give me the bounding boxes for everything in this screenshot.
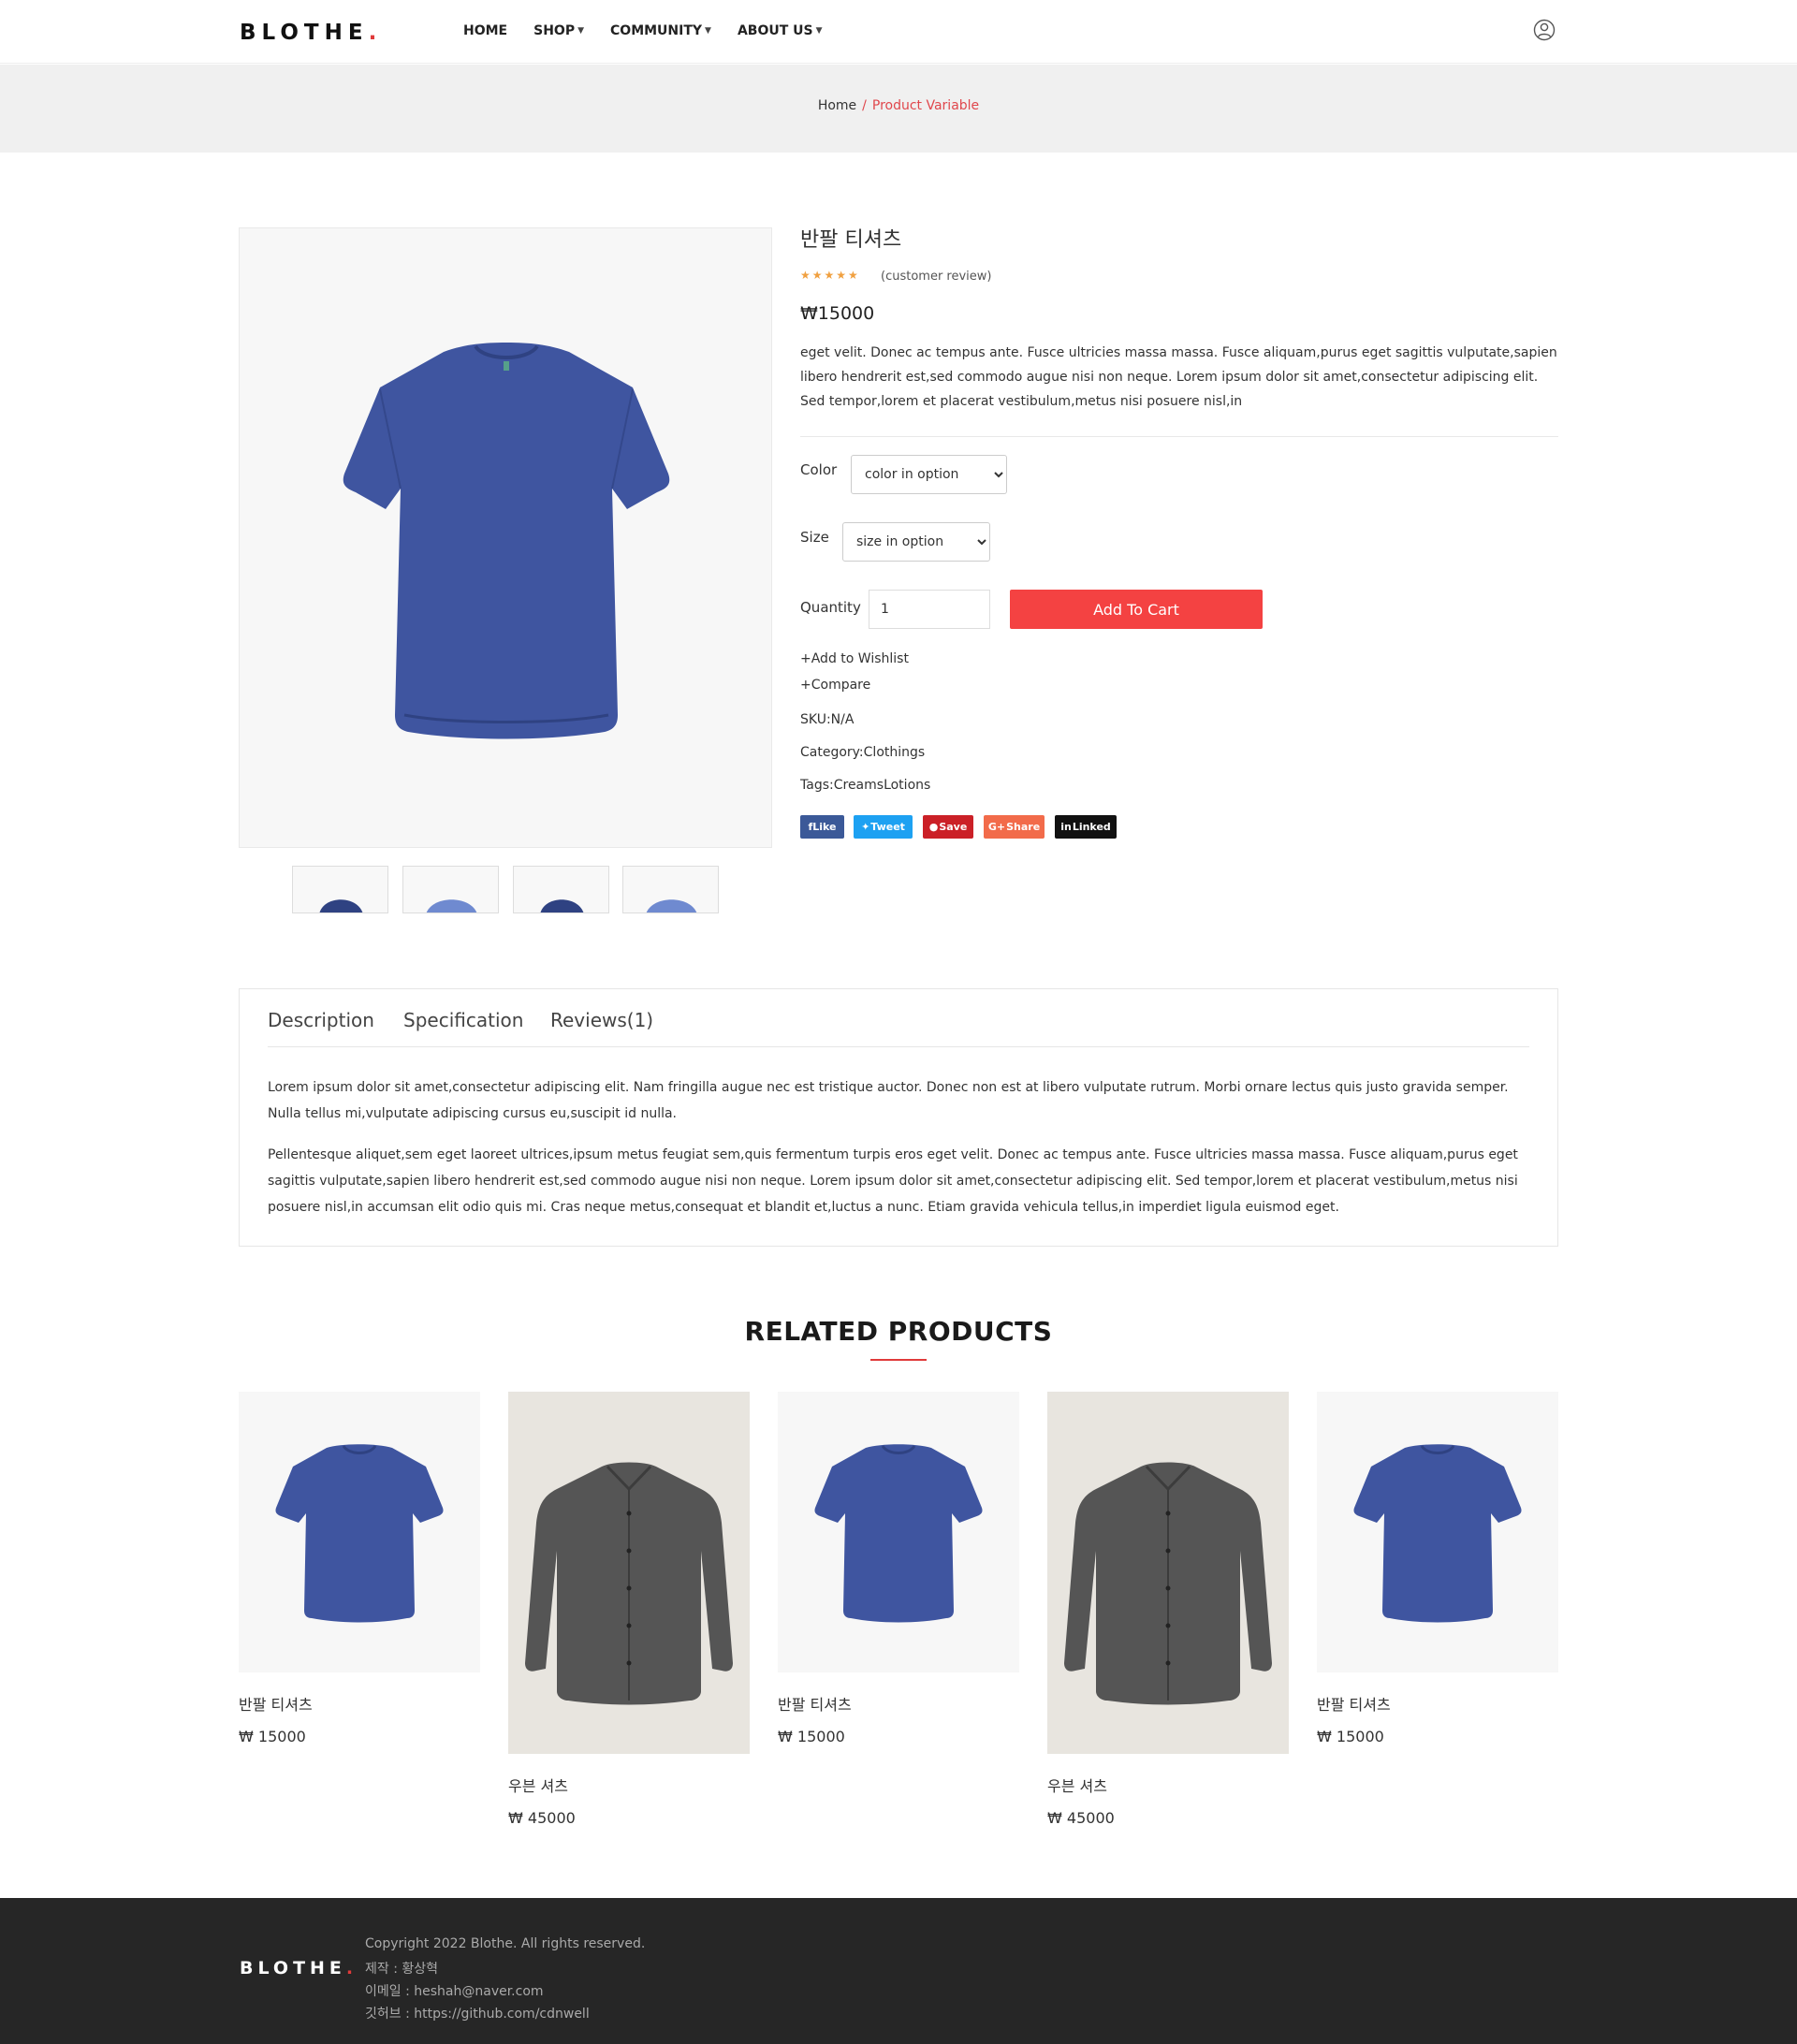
chevron-down-icon: ▼ <box>705 26 711 36</box>
add-to-wishlist-link[interactable]: +Add to Wishlist <box>800 651 909 666</box>
color-label: Color <box>800 461 838 478</box>
footer-logo[interactable]: BLOTHE. <box>240 1958 358 1978</box>
related-product-name[interactable]: 반팔 티셔츠 <box>1317 1692 1391 1715</box>
nav-about-us[interactable]: ABOUT US ▼ <box>738 23 823 38</box>
tab-description[interactable]: Description <box>268 1009 374 1031</box>
chevron-down-icon: ▼ <box>577 26 585 36</box>
category-link[interactable]: Clothings <box>864 745 926 760</box>
customer-review-link[interactable]: (customer review) <box>881 270 992 284</box>
color-select[interactable]: color in option <box>851 455 1007 494</box>
user-circle-icon[interactable] <box>1533 19 1556 41</box>
related-product-image[interactable] <box>239 1392 480 1672</box>
google-share-button[interactable]: G+ Share <box>984 815 1045 839</box>
site-footer: BLOTHE. Copyright 2022 Blothe. All right… <box>0 1898 1797 2044</box>
size-select[interactable]: size in option <box>842 522 990 562</box>
product-price: ₩15000 <box>800 303 875 324</box>
google-plus-icon: G+ <box>987 821 1006 833</box>
related-product-price: ₩ 15000 <box>1317 1728 1384 1745</box>
breadcrumb-current: Product Variable <box>871 98 980 113</box>
product-title: 반팔 티셔츠 <box>800 228 902 252</box>
shirt-image <box>525 1462 733 1705</box>
tab-reviews[interactable]: Reviews(1) <box>550 1009 653 1031</box>
description-paragraph-1: Lorem ipsum dolor sit amet,consectetur a… <box>268 1080 1509 1121</box>
linkedin-icon: in <box>1060 821 1072 833</box>
tshirt-thumbnail <box>646 899 697 912</box>
related-product-name[interactable]: 우븐 셔츠 <box>1047 1774 1107 1796</box>
thumbnail-4[interactable] <box>622 866 719 913</box>
description-paragraph-2: Pellentesque aliquet,sem eget laoreet ul… <box>268 1147 1518 1215</box>
tags-link[interactable]: CreamsLotions <box>834 778 931 793</box>
twitter-tweet-button[interactable]: ✦ Tweet <box>854 815 913 839</box>
related-product-image[interactable] <box>1317 1392 1558 1672</box>
breadcrumb-separator: / <box>862 98 867 113</box>
linkedin-button[interactable]: in Linked <box>1055 815 1117 839</box>
compare-link[interactable]: +Compare <box>800 678 870 693</box>
shirt-image <box>1064 1462 1272 1705</box>
tshirt-thumbnail <box>426 899 477 912</box>
breadcrumb: Home / Product Variable <box>0 98 1797 113</box>
tab-specification[interactable]: Specification <box>403 1009 523 1031</box>
nav-shop[interactable]: SHOP ▼ <box>533 23 584 38</box>
related-product-price: ₩ 45000 <box>508 1809 576 1827</box>
product-tabs: Description Specification Reviews(1) Lor… <box>239 988 1558 1247</box>
footer-copyright: Copyright 2022 Blothe. All rights reserv… <box>365 1936 646 1951</box>
category-meta: Category:Clothings <box>800 745 926 760</box>
star-rating-icon: ★★★★★ <box>800 269 860 282</box>
thumbnail-3[interactable] <box>513 866 609 913</box>
tshirt-thumbnail <box>540 899 584 912</box>
tshirt-image <box>1353 1444 1522 1623</box>
size-label: Size <box>800 529 829 546</box>
footer-email: 이메일 : heshah@naver.com <box>365 1984 544 1999</box>
thumbnail-1[interactable] <box>292 866 388 913</box>
site-header: BLOTHE. HOME SHOP ▼ COMMUNITY ▼ ABOUT US ▼ <box>0 0 1797 64</box>
tshirt-image <box>275 1444 444 1623</box>
related-product-price: ₩ 15000 <box>778 1728 845 1745</box>
related-product-price: ₩ 15000 <box>239 1728 306 1745</box>
related-products-title: RELATED PRODUCTS <box>744 1316 1053 1347</box>
product-main-image[interactable] <box>239 227 772 848</box>
related-product-image[interactable] <box>1047 1392 1289 1754</box>
related-product-image[interactable] <box>778 1392 1019 1672</box>
quantity-input[interactable] <box>869 590 990 629</box>
nav-community[interactable]: COMMUNITY ▼ <box>610 23 711 38</box>
nav-home[interactable]: HOME <box>463 23 507 38</box>
tshirt-image <box>814 1444 983 1623</box>
footer-github: 깃허브 : https://github.com/cdnwell <box>365 2007 590 2022</box>
tags-meta: Tags:CreamsLotions <box>800 778 931 793</box>
site-logo[interactable]: BLOTHE. <box>240 21 382 45</box>
related-product-name[interactable]: 반팔 티셔츠 <box>778 1692 852 1715</box>
tshirt-image <box>343 343 670 739</box>
footer-author: 제작 : 황상혁 <box>365 1962 439 1977</box>
divider <box>800 436 1558 437</box>
tshirt-thumbnail <box>319 899 363 912</box>
twitter-icon: ✦ <box>861 821 870 833</box>
pinterest-icon: ● <box>928 821 939 833</box>
related-product-price: ₩ 45000 <box>1047 1809 1115 1827</box>
chevron-down-icon: ▼ <box>815 26 823 36</box>
quantity-label: Quantity <box>800 599 861 616</box>
breadcrumb-home-link[interactable]: Home <box>818 98 856 113</box>
breadcrumb-banner: Home / Product Variable <box>0 65 1797 153</box>
main-nav: HOME SHOP ▼ COMMUNITY ▼ ABOUT US ▼ <box>463 23 849 38</box>
product-short-description: eget velit. Donec ac tempus ante. Fusce … <box>800 345 1557 409</box>
related-product-image[interactable] <box>508 1392 750 1754</box>
tabs-divider <box>268 1046 1529 1047</box>
title-underline <box>870 1359 927 1361</box>
pinterest-save-button[interactable]: ● Save <box>923 815 973 839</box>
thumbnail-2[interactable] <box>402 866 499 913</box>
related-product-name[interactable]: 반팔 티셔츠 <box>239 1692 313 1715</box>
related-product-name[interactable]: 우븐 셔츠 <box>508 1774 568 1796</box>
sku-text: SKU:N/A <box>800 712 855 727</box>
facebook-like-button[interactable]: fLike <box>800 815 844 839</box>
add-to-cart-button[interactable]: Add To Cart <box>1010 590 1263 629</box>
